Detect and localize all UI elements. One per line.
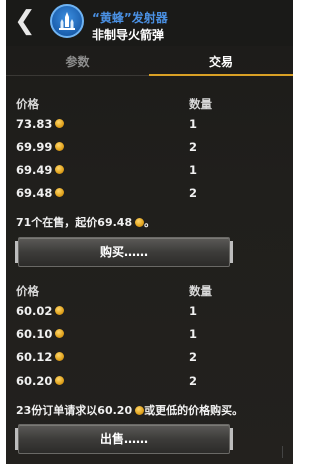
tab-bar: 参数 交易 [6,50,293,76]
sell-row: 69.99 2 [6,137,293,157]
text-cursor [282,446,283,458]
item-subtitle: 非制导火箭弹 [92,28,165,42]
quantity-cell: 2 [189,350,198,364]
quantity-cell: 1 [189,117,198,131]
rocket-launcher-icon [50,4,84,38]
buy-price-header: 价格 [16,284,39,298]
quantity-cell: 2 [189,140,198,154]
coin-icon [55,119,65,128]
coin-icon [55,142,65,151]
coin-icon [55,376,65,385]
sell-button[interactable]: 出售…… [15,424,233,454]
sell-summary: 71个在售，起价69.48。 [16,216,156,229]
price-cell: 60.10 [16,324,65,344]
coin-icon [55,352,65,361]
buy-order-row: 60.20 2 [6,371,293,391]
quantity-cell: 1 [189,327,198,341]
quantity-cell: 2 [189,186,198,200]
sell-price-header: 价格 [16,97,39,111]
sell-row: 69.49 1 [6,160,293,180]
tab-params[interactable]: 参数 [6,50,149,74]
sell-row: 69.48 2 [6,183,293,203]
buy-order-row: 60.02 1 [6,301,293,321]
active-tab-indicator [149,74,293,76]
coin-icon [135,217,145,227]
sell-row: 73.83 1 [6,114,293,134]
buy-order-summary: 23份订单请求以60.20 或更低的价格购买。 [16,404,244,417]
price-cell: 73.83 [16,114,65,134]
buy-order-row: 60.10 1 [6,324,293,344]
quantity-cell: 1 [189,163,198,177]
price-cell: 69.48 [16,183,65,203]
price-cell: 69.49 [16,160,65,180]
coin-icon [55,306,65,315]
header-bar: ❮ “黄蜂”发射器 非制导火箭弹 [6,0,293,46]
price-cell: 60.12 [16,347,65,367]
coin-icon [55,188,65,197]
buy-quantity-header: 数量 [189,284,212,298]
buy-order-row: 60.12 2 [6,347,293,367]
back-arrow-icon[interactable]: ❮ [14,8,36,34]
coin-icon [135,405,145,415]
sell-quantity-header: 数量 [189,97,212,111]
tab-trade[interactable]: 交易 [149,50,293,74]
quantity-cell: 2 [189,374,198,388]
price-cell: 69.99 [16,137,65,157]
price-cell: 60.20 [16,371,65,391]
price-cell: 60.02 [16,301,65,321]
quantity-cell: 1 [189,304,198,318]
item-title: “黄蜂”发射器 [92,11,168,25]
trade-panel: ❮ “黄蜂”发射器 非制导火箭弹 参数 交易 价格 数量 73.83 1 69.… [6,0,293,464]
coin-icon [55,165,65,174]
coin-icon [55,329,65,338]
buy-button[interactable]: 购买…… [15,237,233,267]
